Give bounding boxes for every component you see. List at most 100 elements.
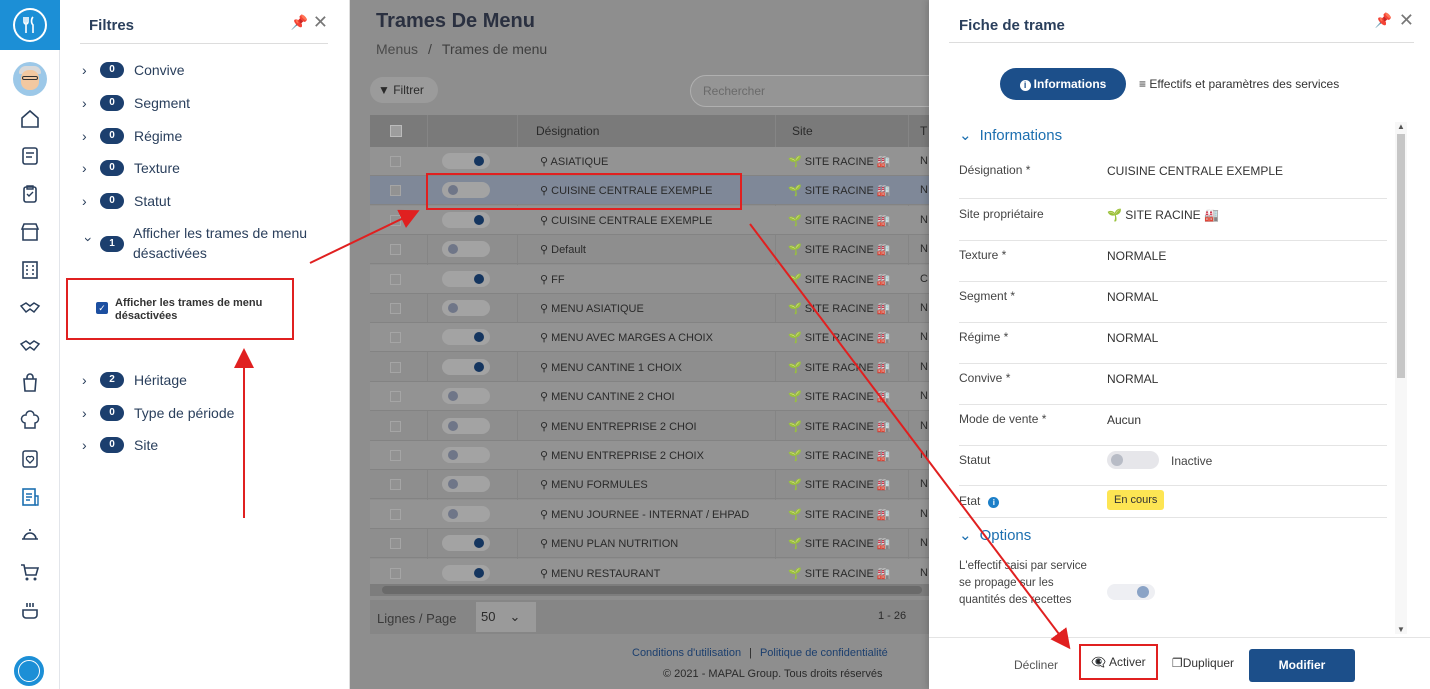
row-checkbox[interactable] (390, 332, 401, 344)
activate-button[interactable]: 👁‍🗨 Activer (1079, 644, 1158, 680)
row-checkbox[interactable] (390, 214, 401, 226)
row-checkbox[interactable] (390, 156, 401, 167)
rows-per-page-select[interactable]: 50 ⌄ (476, 602, 536, 632)
clipboard-icon[interactable] (19, 183, 41, 205)
row-active-toggle[interactable] (442, 564, 490, 581)
factory-icon: 🏭 (1200, 208, 1219, 222)
row-active-toggle[interactable] (442, 476, 490, 493)
filter-item-statut[interactable]: › 0 Statut (82, 190, 171, 212)
filter-button[interactable]: ▼ Filtrer (370, 77, 438, 103)
filter-item-type-periode[interactable]: › 0 Type de période (82, 402, 234, 424)
cart-icon[interactable] (19, 561, 41, 583)
mapal-logo-icon[interactable] (14, 656, 44, 686)
filter-item-regime[interactable]: › 0 Régime (82, 125, 182, 147)
row-checkbox[interactable] (390, 303, 401, 314)
table-row[interactable]: ⚲ MENU FORMULES 🌱 SITE RACINE 🏭 N (370, 470, 930, 500)
option-toggle[interactable] (1107, 584, 1155, 600)
handshake-icon[interactable] (19, 335, 41, 357)
menu-document-icon[interactable] (19, 486, 41, 508)
column-header-site[interactable]: Site (792, 124, 813, 138)
row-active-toggle[interactable] (442, 300, 490, 316)
cloche-icon[interactable] (19, 523, 41, 545)
section-informations[interactable]: ⌄ Informations (959, 126, 1062, 144)
table-row[interactable]: ⚲ MENU AVEC MARGES A CHOIX 🌱 SITE RACINE … (370, 323, 930, 353)
row-checkbox[interactable] (390, 244, 401, 256)
filter-item-segment[interactable]: › 0 Segment (82, 92, 190, 114)
table-row[interactable]: ⚲ ASIATIQUE 🌱 SITE RACINE 🏭 N (370, 147, 930, 176)
table-row[interactable]: ⚲ MENU CANTINE 2 CHOI 🌱 SITE RACINE 🏭 N (370, 382, 930, 412)
row-checkbox[interactable] (390, 538, 401, 550)
show-disabled-checkbox[interactable]: ✓ Afficher les trames de menu désactivée… (96, 297, 290, 323)
table-row[interactable]: ⚲ FF 🌱 SITE RACINE 🏭 C (370, 264, 930, 294)
row-active-toggle[interactable] (442, 241, 490, 258)
table-row[interactable]: ⚲ MENU ASIATIQUE 🌱 SITE RACINE 🏭 N (370, 294, 930, 323)
tab-effectifs[interactable]: ≡ Effectifs et paramètres des services (1139, 77, 1339, 91)
row-checkbox[interactable] (390, 361, 401, 373)
building-icon[interactable] (19, 259, 41, 281)
row-active-toggle[interactable] (442, 388, 490, 405)
row-checkbox[interactable] (390, 450, 401, 461)
row-active-toggle[interactable] (442, 329, 490, 346)
filter-item-texture[interactable]: › 0 Texture (82, 157, 180, 179)
table-row[interactable]: ⚲ MENU ENTREPRISE 2 CHOIX 🌱 SITE RACINE 🏭… (370, 441, 930, 470)
filter-item-show-disabled[interactable]: › 1 (81, 233, 134, 255)
decline-button[interactable]: Décliner (1014, 658, 1058, 672)
filter-item-site[interactable]: › 0 Site (82, 434, 158, 456)
pin-icon[interactable]: 📌 (291, 14, 308, 31)
column-header-designation[interactable]: Désignation (536, 124, 599, 138)
close-icon[interactable]: ✕ (313, 12, 328, 33)
row-checkbox[interactable] (390, 420, 401, 432)
row-active-toggle[interactable] (442, 505, 490, 522)
table-row[interactable]: ⚲ MENU JOURNEE - INTERNAT / EHPAD 🌱 SITE … (370, 499, 930, 529)
edit-document-icon[interactable] (19, 145, 41, 167)
handshake-icon[interactable] (19, 297, 41, 319)
modify-button[interactable]: Modifier (1249, 649, 1355, 682)
app-logo[interactable] (0, 0, 60, 50)
filter-label[interactable]: Afficher les trames de menu désactivées (133, 223, 343, 263)
privacy-link[interactable]: Politique de confidentialité (760, 647, 888, 659)
field-value: NORMAL (1107, 290, 1159, 304)
row-active-toggle[interactable] (442, 211, 490, 228)
vertical-scrollbar[interactable]: ▲ ▼ (1395, 122, 1407, 634)
row-active-toggle[interactable] (442, 417, 490, 434)
chef-hat-icon[interactable] (19, 410, 41, 432)
row-active-toggle[interactable] (442, 358, 490, 375)
cooking-pot-icon[interactable] (19, 599, 41, 621)
row-checkbox[interactable] (390, 391, 401, 403)
home-icon[interactable] (19, 108, 41, 130)
table-row[interactable]: ⚲ MENU CANTINE 1 CHOIX 🌱 SITE RACINE 🏭 N (370, 353, 930, 382)
table-row[interactable]: ⚲ MENU PLAN NUTRITION 🌱 SITE RACINE 🏭 N (370, 529, 930, 559)
close-icon[interactable]: ✕ (1399, 10, 1414, 31)
store-icon[interactable] (19, 221, 41, 243)
select-all-checkbox[interactable] (390, 125, 402, 137)
row-checkbox[interactable] (390, 508, 401, 520)
row-checkbox[interactable] (390, 273, 401, 285)
checkmark-icon[interactable]: ✓ (96, 302, 108, 314)
health-heart-icon[interactable] (19, 448, 41, 470)
filter-item-heritage[interactable]: › 2 Héritage (82, 369, 187, 391)
table-row[interactable]: ⚲ Default 🌱 SITE RACINE 🏭 N (370, 235, 930, 265)
row-active-toggle[interactable] (442, 153, 490, 169)
row-active-toggle[interactable] (442, 447, 490, 463)
row-checkbox[interactable] (390, 479, 401, 491)
duplicate-button[interactable]: ❐Dupliquer (1162, 648, 1244, 678)
horizontal-scrollbar[interactable] (370, 584, 930, 596)
search-input[interactable]: Rechercher (690, 75, 930, 107)
row-active-toggle[interactable] (442, 535, 490, 552)
tab-informations[interactable]: i Informations (1000, 68, 1126, 100)
terms-link[interactable]: Conditions d'utilisation (632, 647, 741, 659)
filter-item-convive[interactable]: › 0 Convive (82, 59, 185, 81)
table-row[interactable]: ⚲ MENU ENTREPRISE 2 CHOI 🌱 SITE RACINE 🏭 N (370, 412, 930, 441)
pin-icon[interactable]: 📌 (1375, 12, 1392, 29)
statut-toggle[interactable] (1107, 451, 1159, 469)
row-active-toggle[interactable] (442, 270, 490, 287)
section-options[interactable]: ⌄ Options (959, 526, 1031, 544)
column-header-type[interactable]: T (920, 124, 927, 138)
info-icon[interactable]: i (988, 497, 1000, 508)
row-checkbox[interactable] (390, 185, 401, 197)
shopping-bag-icon[interactable] (19, 372, 41, 394)
table-row[interactable]: ⚲ CUISINE CENTRALE EXEMPLE 🌱 SITE RACINE … (370, 205, 930, 235)
row-checkbox[interactable] (390, 567, 401, 579)
breadcrumb-item[interactable]: Menus (376, 41, 418, 57)
avatar[interactable] (13, 62, 47, 96)
